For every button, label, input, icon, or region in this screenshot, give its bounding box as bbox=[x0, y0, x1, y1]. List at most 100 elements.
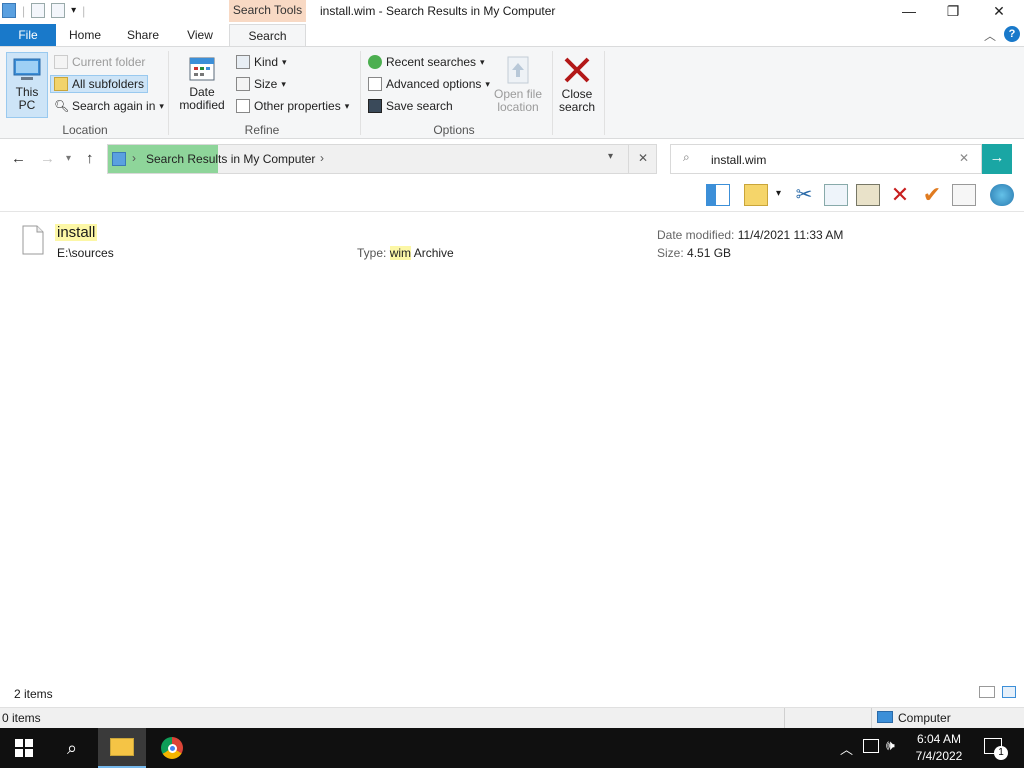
other-properties-button[interactable]: Other properties ▾ bbox=[236, 99, 349, 113]
minimize-button[interactable]: — bbox=[886, 0, 932, 24]
cut-icon[interactable]: ✂ bbox=[792, 184, 816, 206]
ribbon-tabs: File Home Share View Search ︿ ? bbox=[0, 24, 1024, 47]
new-folder-icon[interactable] bbox=[744, 184, 768, 206]
computer-icon bbox=[877, 711, 893, 723]
tab-share[interactable]: Share bbox=[120, 24, 166, 46]
up-arrow-icon[interactable]: ↑ bbox=[86, 150, 94, 167]
this-pc-label: This PC bbox=[15, 85, 39, 112]
search-taskbar-icon[interactable]: ⌕ bbox=[48, 728, 96, 768]
navigation-row: ← → ▾ ↑ › Search Results in My Computer … bbox=[0, 140, 1024, 178]
stop-search-icon[interactable]: ✕ bbox=[638, 151, 648, 165]
this-pc-icon bbox=[13, 58, 41, 80]
size-value: 4.51 GB bbox=[687, 246, 732, 260]
search-input[interactable]: install.wim bbox=[711, 153, 766, 167]
search-again-icon: 🔍︎ bbox=[54, 99, 70, 113]
current-folder-label: Current folder bbox=[72, 55, 146, 69]
save-icon bbox=[368, 99, 382, 113]
current-folder-button[interactable]: Current folder bbox=[54, 55, 145, 69]
breadcrumb-chevron-icon[interactable]: › bbox=[132, 151, 136, 165]
size-label: Size: bbox=[657, 246, 684, 260]
properties-icon[interactable] bbox=[952, 184, 976, 206]
size-button[interactable]: Size ▾ bbox=[236, 77, 286, 91]
search-tools-context-label: Search Tools bbox=[229, 0, 306, 22]
chevron-down-icon: ▾ bbox=[159, 100, 164, 111]
search-box[interactable]: ⌕ install.wim ✕ bbox=[670, 144, 982, 174]
chevron-down-icon[interactable]: ▾ bbox=[776, 188, 781, 199]
clock[interactable]: 6:04 AM 7/4/2022 bbox=[910, 731, 968, 765]
ribbon: This PC Current folder All subfolders 🔍︎… bbox=[0, 46, 1024, 139]
result-date: Date modified: 11/4/2021 11:33 AM bbox=[657, 228, 843, 242]
search-go-button[interactable]: → bbox=[982, 144, 1012, 174]
size-icon bbox=[236, 77, 250, 91]
search-again-in-button[interactable]: 🔍︎ Search again in ▾ bbox=[54, 99, 164, 113]
ribbon-collapse-icon[interactable]: ︿ bbox=[984, 27, 996, 44]
delete-icon[interactable]: ✕ bbox=[888, 184, 912, 206]
chevron-down-icon: ▾ bbox=[344, 100, 350, 111]
properties-icon[interactable] bbox=[31, 3, 46, 18]
network-icon[interactable] bbox=[863, 739, 879, 753]
breadcrumb-chevron-icon[interactable]: › bbox=[320, 151, 324, 165]
kind-button[interactable]: Kind ▾ bbox=[236, 55, 287, 69]
clear-search-icon[interactable]: ✕ bbox=[959, 151, 969, 165]
close-search-button[interactable]: Close search bbox=[556, 55, 598, 114]
date-modified-label: Date modified bbox=[179, 85, 225, 112]
recent-searches-button[interactable]: Recent searches ▾ bbox=[368, 55, 485, 69]
address-dropdown-icon[interactable]: ▾ bbox=[608, 151, 613, 162]
type-label: Type: bbox=[357, 246, 387, 260]
back-arrow-icon[interactable]: ← bbox=[11, 150, 26, 167]
date-value: 11/4/2021 11:33 AM bbox=[737, 228, 844, 242]
file-explorer-taskbar-button[interactable] bbox=[98, 728, 146, 768]
tab-search[interactable]: Search bbox=[229, 24, 306, 47]
tab-file[interactable]: File bbox=[0, 24, 56, 46]
details-view-icon[interactable] bbox=[979, 686, 995, 698]
this-pc-button[interactable]: This PC bbox=[6, 52, 48, 118]
search-results-icon bbox=[112, 152, 126, 166]
folder-icon bbox=[110, 738, 134, 756]
advanced-options-button[interactable]: Advanced options ▾ bbox=[368, 77, 490, 91]
paste-icon[interactable] bbox=[856, 184, 880, 206]
recent-searches-label: Recent searches bbox=[386, 55, 477, 69]
qat-dropdown-icon[interactable]: ▾ bbox=[71, 5, 76, 16]
restore-button[interactable]: ❐ bbox=[930, 0, 976, 24]
date-modified-button[interactable]: Date modified bbox=[174, 55, 230, 112]
subfolders-icon bbox=[54, 77, 68, 91]
chevron-down-icon: ▾ bbox=[282, 56, 287, 67]
refine-group-label: Refine bbox=[244, 123, 280, 137]
clock-date: 7/4/2022 bbox=[915, 749, 963, 763]
status-items: 0 items bbox=[2, 711, 41, 725]
file-icon bbox=[22, 225, 44, 255]
chrome-taskbar-button[interactable] bbox=[148, 728, 196, 768]
show-hidden-icons-chevron[interactable]: ︿ bbox=[840, 739, 853, 758]
result-size: Size: 4.51 GB bbox=[657, 246, 731, 260]
tab-home[interactable]: Home bbox=[62, 24, 108, 46]
type-ext: wim bbox=[389, 246, 412, 260]
result-name[interactable]: install bbox=[55, 224, 98, 241]
rename-check-icon[interactable]: ✔ bbox=[920, 184, 944, 206]
tab-view[interactable]: View bbox=[178, 24, 222, 46]
large-icons-view-icon[interactable] bbox=[1002, 686, 1016, 698]
forward-arrow-icon[interactable]: → bbox=[40, 150, 55, 167]
command-toolbar: ▾ ✂ ✕ ✔ bbox=[700, 180, 1024, 210]
size-label: Size bbox=[254, 77, 278, 91]
result-row[interactable]: install E:\sources Type: wim Archive Dat… bbox=[0, 222, 1024, 266]
start-button[interactable] bbox=[0, 728, 48, 768]
recent-locations-chevron-icon[interactable]: ▾ bbox=[66, 153, 71, 164]
taskbar: ⌕ ︿ 🕪︎ 6:04 AM 7/4/2022 1 bbox=[0, 728, 1024, 768]
address-bar[interactable]: › Search Results in My Computer › ▾ ✕ bbox=[107, 144, 657, 174]
open-file-location-button[interactable]: Open file location bbox=[492, 55, 544, 114]
options-group-label: Options bbox=[433, 123, 475, 137]
close-button[interactable]: ✕ bbox=[976, 0, 1022, 24]
new-folder-icon[interactable] bbox=[51, 3, 66, 18]
volume-icon[interactable]: 🕪︎ bbox=[886, 737, 895, 754]
all-subfolders-button[interactable]: All subfolders bbox=[50, 75, 149, 93]
breadcrumb-path[interactable]: Search Results in My Computer bbox=[146, 152, 315, 166]
globe-icon[interactable] bbox=[990, 184, 1014, 206]
save-search-button[interactable]: Save search bbox=[368, 99, 453, 113]
preview-pane-icon[interactable] bbox=[706, 184, 730, 206]
other-properties-label: Other properties bbox=[254, 99, 341, 113]
current-folder-icon bbox=[54, 55, 68, 69]
help-icon[interactable]: ? bbox=[1004, 26, 1020, 42]
chevron-down-icon: ▾ bbox=[281, 78, 286, 89]
copy-icon[interactable] bbox=[824, 184, 848, 206]
chevron-down-icon: ▾ bbox=[485, 78, 490, 89]
